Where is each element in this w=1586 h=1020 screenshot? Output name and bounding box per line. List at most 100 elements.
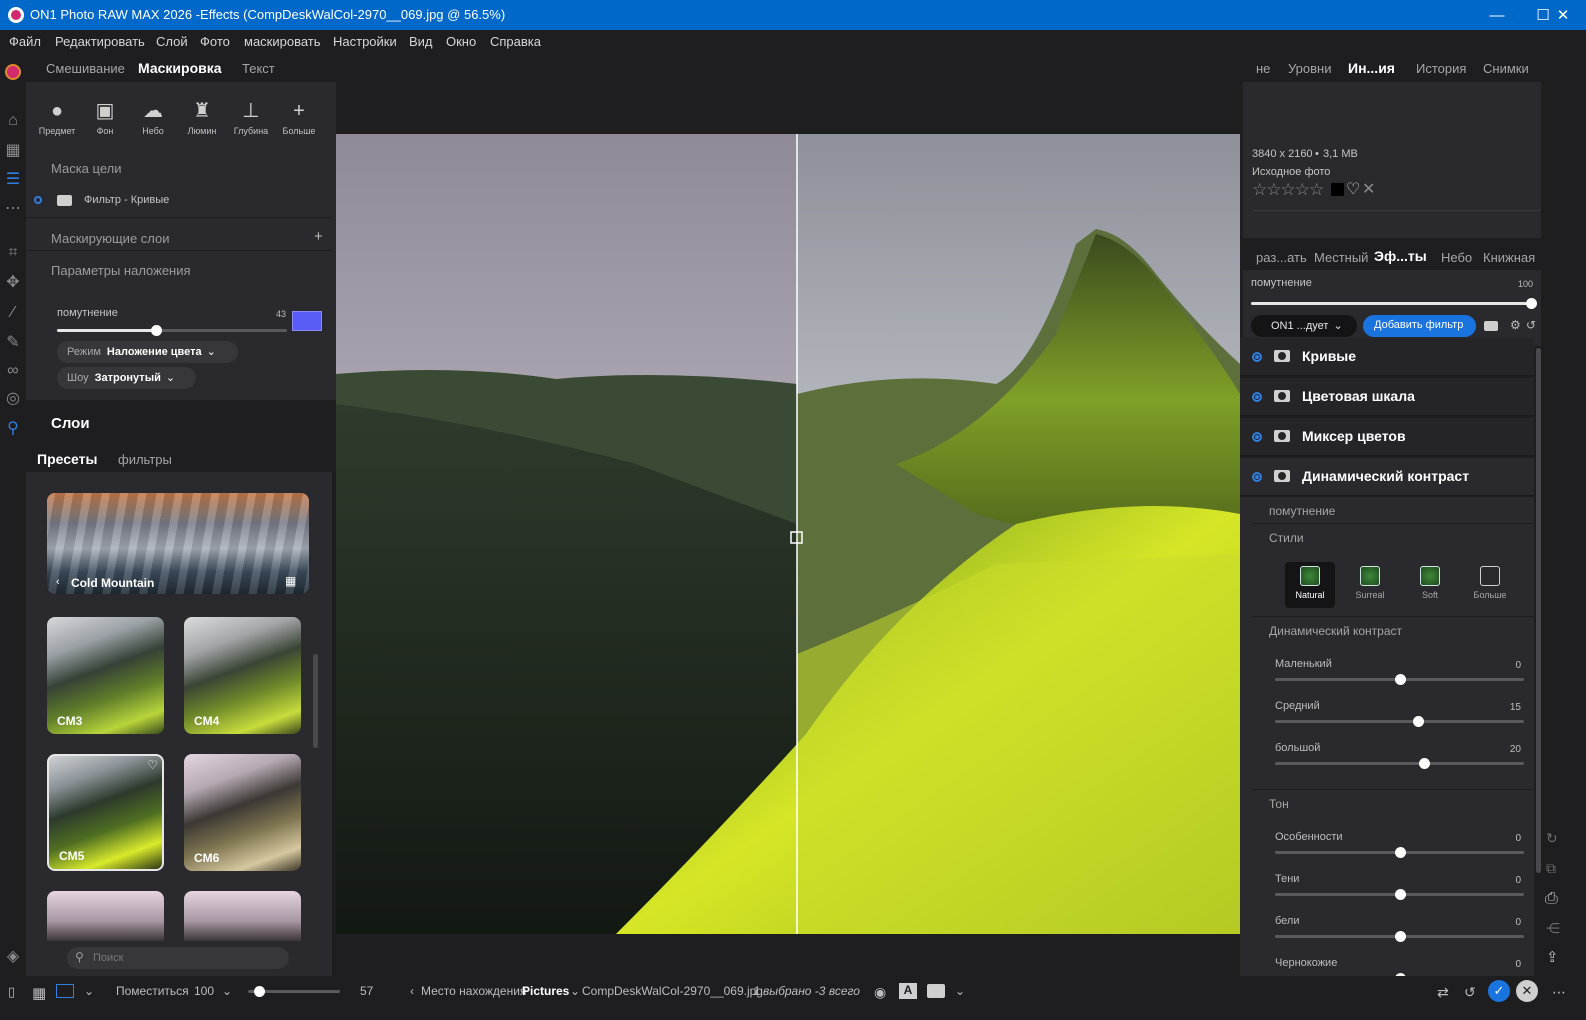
gear-icon[interactable]: ⚙ bbox=[1510, 318, 1521, 332]
preset-thumb[interactable]: CM4 bbox=[184, 617, 301, 734]
filter-row-color-range[interactable]: Цветовая шкала bbox=[1240, 378, 1534, 416]
history-icon[interactable]: ↻ bbox=[1546, 830, 1558, 847]
zoom-value[interactable]: 100 bbox=[194, 984, 214, 998]
menu-edit[interactable]: Редактировать bbox=[55, 34, 145, 49]
brush-icon[interactable]: ✎ bbox=[4, 334, 22, 352]
mask-view-icon[interactable] bbox=[927, 984, 945, 998]
style-more-button[interactable]: Больше bbox=[1465, 562, 1515, 608]
mode-dropdown[interactable]: Режим Наложение цвета ⌄ bbox=[57, 341, 238, 363]
single-view-icon[interactable] bbox=[56, 984, 74, 998]
compare-icon[interactable]: ⧉ bbox=[1546, 860, 1556, 877]
tab-history[interactable]: История bbox=[1416, 61, 1466, 76]
back-chevron-icon[interactable]: ‹ bbox=[56, 576, 60, 588]
preset-thumb[interactable] bbox=[184, 891, 301, 941]
preview-eye-icon[interactable]: ◉ bbox=[874, 984, 886, 1001]
masking-tool-icon[interactable]: ⚲ bbox=[4, 420, 22, 438]
tab-blending[interactable]: Смешивание bbox=[46, 61, 125, 76]
mask-tool-depth[interactable]: ⊥ Глубина bbox=[227, 100, 275, 136]
more-menu-icon[interactable]: ⋯ bbox=[1552, 984, 1566, 1001]
slider-knob[interactable] bbox=[1394, 931, 1406, 942]
menu-settings[interactable]: Настройки bbox=[333, 34, 397, 49]
chevron-down-icon[interactable]: ⌄ bbox=[570, 984, 580, 998]
menu-photo[interactable]: Фото bbox=[200, 34, 230, 49]
preset-thumb[interactable]: CM3 bbox=[47, 617, 164, 734]
style-natural-button[interactable]: Natural bbox=[1285, 562, 1335, 608]
color-label-swatch[interactable] bbox=[1331, 183, 1344, 196]
menu-view[interactable]: Вид bbox=[409, 34, 433, 49]
filter-row-channel-mixer[interactable]: Миксер цветов bbox=[1240, 418, 1534, 456]
tab-presets[interactable]: Пресеты bbox=[37, 451, 97, 467]
browse-grid-icon[interactable]: ▦ bbox=[4, 142, 22, 160]
menu-help[interactable]: Справка bbox=[490, 34, 541, 49]
presets-scrollbar[interactable] bbox=[313, 654, 318, 748]
thumb-size-knob[interactable] bbox=[253, 986, 265, 997]
chevron-down-icon[interactable]: ⌄ bbox=[84, 984, 94, 998]
chevron-down-icon[interactable]: ⌄ bbox=[222, 984, 232, 998]
magic-wand-icon[interactable]: ⁄ bbox=[4, 304, 22, 322]
preset-dropdown[interactable]: ON1 ...дует ⌄ bbox=[1251, 315, 1357, 337]
overlay-opacity-knob[interactable] bbox=[150, 325, 162, 336]
visibility-dot-icon[interactable] bbox=[1252, 472, 1262, 482]
tab-effects[interactable]: Эф...ты bbox=[1374, 248, 1427, 264]
panel-toggle-icon[interactable]: ▯ bbox=[8, 984, 15, 1000]
overlay-color-swatch[interactable] bbox=[292, 311, 322, 331]
favorite-heart-icon[interactable]: ♡ bbox=[147, 758, 158, 772]
apply-checkmark-button[interactable]: ✓ bbox=[1488, 980, 1510, 1002]
tab-develop[interactable]: раз...ать bbox=[1256, 250, 1307, 265]
effects-scrollbar[interactable] bbox=[1536, 348, 1541, 873]
slider-knob[interactable] bbox=[1394, 674, 1406, 685]
fit-button[interactable]: Поместиться bbox=[116, 984, 189, 998]
cancel-x-button[interactable]: ✕ bbox=[1516, 980, 1538, 1002]
crop-icon[interactable]: ⌗ bbox=[4, 244, 22, 262]
tab-text[interactable]: Текст bbox=[242, 61, 275, 76]
share-icon[interactable]: ⋲ bbox=[1546, 920, 1560, 937]
sync-icon[interactable]: ⇄ bbox=[1437, 984, 1449, 1001]
more-tools-icon[interactable]: ⋯ bbox=[4, 200, 22, 218]
develop-sliders-icon[interactable]: ☰ bbox=[4, 171, 22, 189]
chevron-down-icon[interactable]: ⌄ bbox=[955, 984, 965, 998]
effects-opacity-slider[interactable] bbox=[1251, 302, 1531, 305]
slider-knob[interactable] bbox=[1394, 847, 1406, 858]
like-heart-icon[interactable]: ♡ bbox=[1346, 179, 1360, 199]
back-chevron-icon[interactable]: ‹ bbox=[410, 984, 414, 998]
style-soft-button[interactable]: Soft bbox=[1405, 562, 1455, 608]
mask-camera-icon[interactable] bbox=[1274, 430, 1290, 442]
visibility-dot-icon[interactable] bbox=[1252, 352, 1262, 362]
location-value[interactable]: Pictures bbox=[522, 984, 569, 998]
mask-camera-icon[interactable] bbox=[1274, 470, 1290, 482]
preset-search-input[interactable]: ⚲ Поиск bbox=[67, 947, 289, 969]
mask-tool-background[interactable]: ▣ Фон bbox=[81, 100, 129, 136]
mask-tool-sky[interactable]: ☁ Небо bbox=[129, 100, 177, 136]
grid-view-icon[interactable]: ▦ bbox=[285, 574, 296, 588]
mask-camera-icon[interactable] bbox=[1274, 390, 1290, 402]
effects-opacity-knob[interactable] bbox=[1526, 298, 1537, 309]
tab-info[interactable]: Ин...ия bbox=[1348, 60, 1395, 76]
retouch-icon[interactable]: ∞ bbox=[4, 362, 22, 380]
fingerprint-icon[interactable]: ◎ bbox=[4, 390, 22, 408]
menu-file[interactable]: Файл bbox=[9, 34, 41, 49]
close-button[interactable]: ✕ bbox=[1540, 0, 1586, 30]
minimize-button[interactable]: — bbox=[1474, 0, 1520, 30]
slider-knob[interactable] bbox=[1394, 889, 1406, 900]
tab-masking[interactable]: Маскировка bbox=[138, 60, 222, 76]
preset-thumb-selected[interactable]: ♡ CM5 bbox=[47, 754, 164, 871]
tab-filters[interactable]: фильтры bbox=[118, 452, 172, 467]
on1-logo-icon[interactable] bbox=[5, 64, 21, 80]
preset-thumb[interactable]: CM6 bbox=[184, 754, 301, 871]
tab-navigator[interactable]: не bbox=[1256, 61, 1270, 76]
target-mask-item[interactable]: Фильтр - Кривые bbox=[84, 194, 169, 206]
export-icon[interactable]: ⇪ bbox=[1546, 948, 1559, 966]
visibility-dot-icon[interactable] bbox=[34, 196, 42, 204]
menu-layer[interactable]: Слой bbox=[156, 34, 188, 49]
move-icon[interactable]: ✥ bbox=[4, 274, 22, 292]
tab-levels[interactable]: Уровни bbox=[1288, 61, 1331, 76]
print-icon[interactable]: ⎙ bbox=[1545, 890, 1558, 908]
mask-camera-icon[interactable] bbox=[1484, 321, 1498, 331]
home-icon[interactable]: ⌂ bbox=[4, 112, 22, 130]
tab-sky[interactable]: Небо bbox=[1441, 250, 1472, 265]
menu-window[interactable]: Окно bbox=[446, 34, 476, 49]
visibility-dot-icon[interactable] bbox=[1252, 432, 1262, 442]
show-dropdown[interactable]: Шоу Затронутый ⌄ bbox=[57, 367, 196, 389]
add-masking-layer-icon[interactable]: + bbox=[314, 228, 323, 245]
image-viewer[interactable] bbox=[336, 134, 1240, 934]
